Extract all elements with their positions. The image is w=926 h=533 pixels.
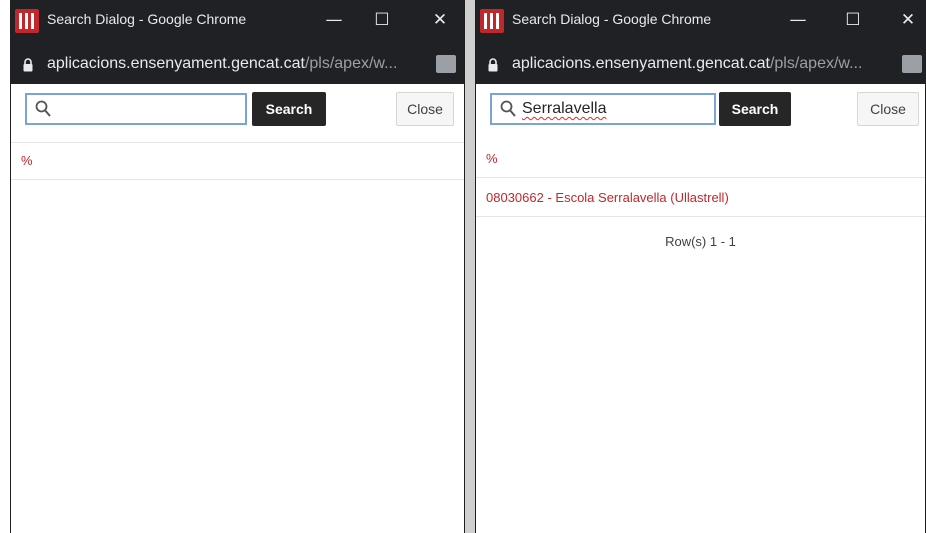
window-title: Search Dialog - Google Chrome [47, 11, 247, 27]
search-button[interactable]: Search [719, 92, 791, 126]
app-logo-icon [15, 9, 39, 33]
list-item-label: % [21, 153, 33, 168]
search-toolbar: Search Close [11, 84, 464, 143]
window-gap [465, 0, 475, 533]
minimize-icon[interactable]: — [322, 8, 346, 32]
search-dialog-window-1: Search Dialog - Google Chrome — ☐ ✕ apli… [10, 0, 465, 533]
minimize-icon[interactable]: — [786, 8, 810, 32]
list-item-label: 08030662 - Escola Serralavella (Ullastre… [486, 190, 729, 205]
translate-icon[interactable] [902, 55, 922, 73]
app-logo-icon [480, 9, 504, 33]
url-text: aplicacions.ensenyament.gencat.cat/pls/a… [47, 55, 398, 72]
search-input-value: Serralavella [522, 100, 607, 117]
url-text: aplicacions.ensenyament.gencat.cat/pls/a… [512, 55, 863, 72]
list-item[interactable]: % [11, 143, 464, 180]
search-button[interactable]: Search [252, 92, 326, 126]
search-input[interactable]: Serralavella [490, 93, 716, 125]
address-bar[interactable]: aplicacions.ensenyament.gencat.cat/pls/a… [476, 44, 925, 84]
list-item[interactable]: % [476, 141, 925, 178]
title-bar[interactable]: Search Dialog - Google Chrome — ☐ ✕ [476, 0, 925, 44]
close-window-icon[interactable]: ✕ [896, 8, 920, 32]
close-button[interactable]: Close [857, 92, 919, 126]
search-icon [500, 100, 516, 117]
list-item[interactable]: 08030662 - Escola Serralavella (Ullastre… [476, 178, 925, 217]
close-window-icon[interactable]: ✕ [428, 8, 452, 32]
address-bar[interactable]: aplicacions.ensenyament.gencat.cat/pls/a… [11, 44, 464, 84]
close-button[interactable]: Close [396, 92, 454, 126]
list-item-label: % [486, 151, 498, 166]
translate-icon[interactable] [436, 55, 456, 73]
maximize-icon[interactable]: ☐ [370, 8, 394, 32]
search-icon [35, 100, 51, 117]
lock-icon [23, 58, 33, 72]
lock-icon [488, 58, 498, 72]
maximize-icon[interactable]: ☐ [841, 8, 865, 32]
search-input[interactable] [25, 93, 247, 125]
search-toolbar: Serralavella Search Close [476, 84, 925, 143]
window-title: Search Dialog - Google Chrome [512, 11, 712, 27]
search-dialog-window-2: Search Dialog - Google Chrome — ☐ ✕ apli… [475, 0, 926, 533]
title-bar[interactable]: Search Dialog - Google Chrome — ☐ ✕ [11, 0, 464, 44]
pagination-status: Row(s) 1 - 1 [665, 234, 736, 249]
